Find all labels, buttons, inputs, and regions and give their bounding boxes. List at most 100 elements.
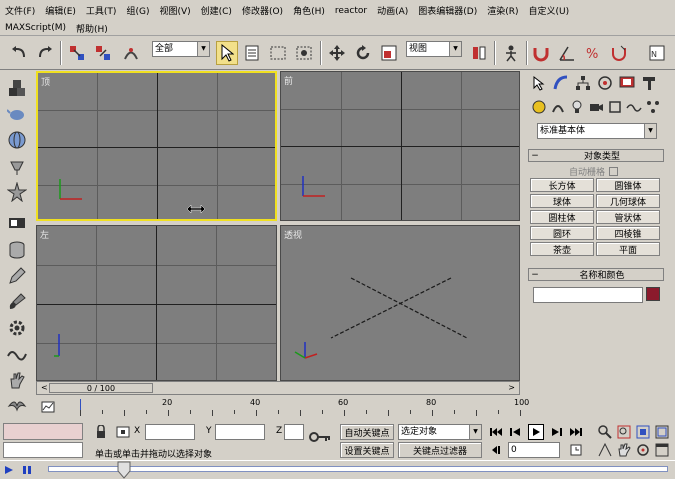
z-coord-input[interactable] bbox=[284, 424, 304, 440]
named-selection-button[interactable]: N bbox=[646, 41, 668, 65]
zoom-all-button[interactable] bbox=[616, 424, 632, 440]
tab-display[interactable] bbox=[617, 73, 637, 93]
tab-utilities[interactable] bbox=[639, 73, 659, 93]
time-slider-right-arrow[interactable]: > bbox=[508, 383, 515, 392]
menu-graph-editors[interactable]: 图表编辑器(D) bbox=[413, 4, 482, 17]
time-slider-thumb[interactable]: 0 / 100 bbox=[49, 383, 153, 393]
selection-filter-dropdown[interactable]: 全部 ▼ bbox=[152, 41, 210, 57]
next-frame-button[interactable] bbox=[548, 424, 564, 440]
selection-set-dropdown[interactable]: 选定对象 ▼ bbox=[398, 424, 482, 440]
lights-tool[interactable] bbox=[5, 155, 29, 177]
create-geometry-tool[interactable] bbox=[5, 77, 29, 99]
select-and-rotate-button[interactable] bbox=[352, 41, 374, 65]
viewport-top[interactable]: 顶 bbox=[36, 71, 277, 221]
unlink-button[interactable] bbox=[92, 41, 114, 65]
cylinder-button[interactable]: 圆柱体 bbox=[530, 210, 594, 224]
tab-create[interactable] bbox=[529, 73, 549, 93]
absolute-mode-icon[interactable] bbox=[116, 425, 130, 439]
maxscript-input[interactable] bbox=[3, 442, 83, 458]
key-icon[interactable] bbox=[308, 430, 332, 444]
systems-category-button[interactable] bbox=[643, 97, 663, 117]
select-and-manipulate-button[interactable] bbox=[500, 41, 522, 65]
effects-tool[interactable] bbox=[5, 181, 29, 203]
go-to-start-button[interactable] bbox=[488, 424, 504, 440]
autogrid-checkbox[interactable] bbox=[609, 167, 619, 176]
utilities-tool[interactable] bbox=[5, 317, 29, 339]
tab-modify[interactable] bbox=[551, 73, 571, 93]
menu-views[interactable]: 视图(V) bbox=[154, 4, 195, 17]
zoom-extents-all-button[interactable] bbox=[654, 424, 670, 440]
menu-tools[interactable]: 工具(T) bbox=[81, 4, 122, 17]
play-button[interactable] bbox=[528, 424, 544, 440]
menu-edit[interactable]: 编辑(E) bbox=[40, 4, 81, 17]
sphere-tool[interactable] bbox=[5, 129, 29, 151]
key-filters-button[interactable]: 关键点过滤器 bbox=[398, 442, 482, 458]
name-color-rollout-header[interactable]: − 名称和颜色 bbox=[528, 268, 664, 281]
menu-reactor[interactable]: reactor bbox=[330, 6, 372, 16]
object-color-swatch[interactable] bbox=[646, 287, 660, 301]
select-and-link-button[interactable] bbox=[66, 41, 88, 65]
zoom-button[interactable] bbox=[597, 424, 613, 440]
maximize-viewport-button[interactable] bbox=[654, 442, 670, 458]
snap-toggle-button[interactable] bbox=[530, 41, 552, 65]
y-coord-input[interactable] bbox=[215, 424, 265, 440]
current-frame-input[interactable]: 0 bbox=[508, 442, 560, 458]
select-object-button[interactable] bbox=[216, 41, 238, 65]
bind-to-spacewarp-button[interactable] bbox=[120, 41, 142, 65]
plane-button[interactable]: 平面 bbox=[596, 242, 660, 256]
lock-icon[interactable] bbox=[95, 425, 107, 439]
pan-button[interactable] bbox=[616, 442, 632, 458]
use-pivot-center-button[interactable] bbox=[468, 41, 490, 65]
sphere-button[interactable]: 球体 bbox=[530, 194, 594, 208]
select-and-scale-button[interactable] bbox=[378, 41, 400, 65]
player-pause-icon[interactable] bbox=[22, 465, 32, 475]
rectangular-selection-button[interactable] bbox=[267, 41, 289, 65]
reference-coordinate-dropdown[interactable]: 视图 ▼ bbox=[406, 41, 462, 57]
field-of-view-button[interactable] bbox=[597, 442, 613, 458]
spinner-snap-button[interactable] bbox=[608, 41, 630, 65]
track-bar[interactable]: 20 40 60 80 100 bbox=[36, 396, 529, 418]
hand-tool[interactable] bbox=[5, 369, 29, 391]
viewport-front[interactable]: 前 bbox=[280, 71, 520, 221]
lights-category-button[interactable] bbox=[567, 97, 587, 117]
viewport-perspective[interactable]: 透视 bbox=[280, 225, 520, 381]
geosphere-button[interactable]: 几何球体 bbox=[596, 194, 660, 208]
cameras-category-button[interactable] bbox=[586, 97, 606, 117]
menu-create[interactable]: 创建(C) bbox=[196, 4, 237, 17]
time-slider[interactable]: < 0 / 100 > bbox=[36, 381, 520, 395]
window-crossing-button[interactable] bbox=[293, 41, 315, 65]
pencil-tool[interactable] bbox=[5, 265, 29, 287]
viewport-label-top[interactable]: 顶 bbox=[41, 75, 50, 88]
redo-button[interactable] bbox=[34, 41, 56, 65]
tab-hierarchy[interactable] bbox=[573, 73, 593, 93]
cone-button[interactable]: 圆锥体 bbox=[596, 178, 660, 192]
x-coord-input[interactable] bbox=[145, 424, 195, 440]
set-key-button[interactable]: 设置关键点 bbox=[340, 442, 394, 458]
shapes-category-button[interactable] bbox=[548, 97, 568, 117]
display-tool[interactable] bbox=[5, 213, 29, 235]
angle-snap-button[interactable] bbox=[556, 41, 578, 65]
previous-frame-button[interactable] bbox=[508, 424, 524, 440]
tab-motion[interactable] bbox=[595, 73, 615, 93]
viewport-label-front[interactable]: 前 bbox=[284, 74, 293, 87]
menu-customize[interactable]: 自定义(U) bbox=[524, 4, 575, 17]
object-type-rollout-header[interactable]: − 对象类型 bbox=[528, 149, 664, 162]
go-to-end-button[interactable] bbox=[568, 424, 584, 440]
auto-key-button[interactable]: 自动关键点 bbox=[340, 424, 394, 440]
menu-rendering[interactable]: 渲染(R) bbox=[482, 4, 523, 17]
paint-tool[interactable] bbox=[5, 291, 29, 313]
player-progress-track[interactable] bbox=[48, 466, 668, 472]
percent-snap-button[interactable]: % bbox=[582, 41, 604, 65]
arc-rotate-button[interactable] bbox=[635, 442, 651, 458]
time-slider-left-arrow[interactable]: < bbox=[41, 383, 48, 392]
viewport-left[interactable]: 左 bbox=[36, 225, 277, 381]
menu-animation[interactable]: 动画(A) bbox=[372, 4, 413, 17]
pyramid-button[interactable]: 四棱锥 bbox=[596, 226, 660, 240]
geometry-category-button[interactable] bbox=[529, 97, 549, 117]
select-by-name-button[interactable] bbox=[241, 41, 263, 65]
menu-maxscript[interactable]: MAXScript(M) bbox=[0, 23, 71, 33]
player-play-icon[interactable] bbox=[4, 465, 14, 475]
bird-tool[interactable] bbox=[5, 395, 29, 417]
menu-help[interactable]: 帮助(H) bbox=[71, 22, 113, 35]
menu-character[interactable]: 角色(H) bbox=[288, 4, 330, 17]
